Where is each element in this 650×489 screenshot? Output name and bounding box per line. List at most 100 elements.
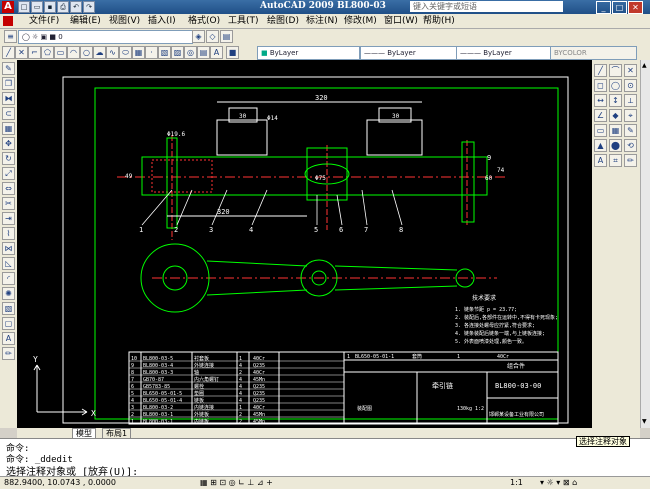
table-icon[interactable]: ▤: [197, 46, 210, 59]
menu-modify[interactable]: 修改(M): [344, 15, 377, 27]
annotation-scale[interactable]: 1:1: [510, 478, 523, 487]
layer-state-icon[interactable]: ▤: [220, 30, 233, 43]
tool-r14-icon[interactable]: ▦: [609, 124, 622, 137]
tool-r8-icon[interactable]: ↕: [609, 94, 622, 107]
offset-icon[interactable]: ⊂: [2, 107, 15, 120]
pencil-icon[interactable]: ✏: [2, 347, 15, 360]
block-icon[interactable]: ▦: [132, 46, 145, 59]
plotstyle-combo[interactable]: BYCOLOR: [550, 46, 637, 60]
undo-icon[interactable]: ↶: [70, 1, 82, 13]
arc-icon[interactable]: ◠: [67, 46, 80, 59]
ellipse-icon[interactable]: ⬭: [119, 46, 132, 59]
lineweight-combo[interactable]: ——— ByLayer: [456, 46, 551, 60]
tool-r19-icon[interactable]: A: [594, 154, 607, 167]
drawing-canvas[interactable]: 320 320 Φ14 Φ75 Φ19.6 30 30 60 74 49 1 2…: [17, 60, 592, 428]
tool-r7-icon[interactable]: ↔: [594, 94, 607, 107]
explode-icon[interactable]: ✺: [2, 287, 15, 300]
menu-view[interactable]: 视图(V): [109, 15, 140, 27]
redo-icon[interactable]: ↷: [83, 1, 95, 13]
tool-r1-icon[interactable]: ╱: [594, 64, 607, 77]
extend-icon[interactable]: ⇥: [2, 212, 15, 225]
wipeout-icon[interactable]: ▢: [2, 317, 15, 330]
tool-r9-icon[interactable]: ⟂: [624, 94, 637, 107]
copy-icon[interactable]: ❐: [2, 77, 15, 90]
tool-r6-icon[interactable]: ⊙: [624, 79, 637, 92]
fillet-icon[interactable]: ◜: [2, 272, 15, 285]
tool-r21-icon[interactable]: ✏: [624, 154, 637, 167]
tool-r10-icon[interactable]: ∠: [594, 109, 607, 122]
tool-r3-icon[interactable]: ✕: [624, 64, 637, 77]
menu-file[interactable]: 文件(F): [29, 15, 59, 27]
menu-format[interactable]: 格式(O): [188, 15, 220, 27]
tool-r20-icon[interactable]: ⌗: [609, 154, 622, 167]
text-icon[interactable]: A: [2, 332, 15, 345]
trim-icon[interactable]: ✂: [2, 197, 15, 210]
vertical-scrollbar[interactable]: ▲ ▼: [640, 60, 650, 428]
circle-icon[interactable]: ○: [80, 46, 93, 59]
save-icon[interactable]: ▪: [44, 1, 56, 13]
tool-r15-icon[interactable]: ✎: [624, 124, 637, 137]
gradient-icon[interactable]: ▨: [171, 46, 184, 59]
document-icon[interactable]: [3, 16, 13, 26]
command-window[interactable]: 命令: 命令: _ddedit 选择注释对象或 [放弃(U)]:: [0, 438, 650, 478]
maximize-icon[interactable]: □: [612, 1, 627, 14]
rotate-icon[interactable]: ↻: [2, 152, 15, 165]
linetype-combo[interactable]: ——— ByLayer: [360, 46, 457, 60]
scroll-up-icon[interactable]: ▲: [642, 62, 649, 69]
layers-icon[interactable]: ≡: [4, 30, 17, 43]
snap-toggles[interactable]: ▦ ⊞ ⊡ ◎ ∟ ⊥ ⊿ +: [200, 478, 273, 487]
chamfer-icon[interactable]: ◺: [2, 257, 15, 270]
make-current-icon[interactable]: ◈: [192, 30, 205, 43]
scale-icon[interactable]: ⤢: [2, 167, 15, 180]
point-icon[interactable]: ·: [145, 46, 158, 59]
status-tray-icons[interactable]: ▾ ☼ ▾ ⊠ ⌂: [540, 478, 577, 487]
tool-r17-icon[interactable]: ⬤: [609, 139, 622, 152]
layer-combo[interactable]: ◯ ☼ ▣ ■ 0: [18, 30, 193, 44]
menu-dimension[interactable]: 标注(N): [306, 15, 338, 27]
open-file-icon[interactable]: ▭: [31, 1, 43, 13]
polygon-icon[interactable]: ⬠: [41, 46, 54, 59]
tool-r16-icon[interactable]: ▲: [594, 139, 607, 152]
minimize-icon[interactable]: _: [596, 1, 611, 14]
color-icon[interactable]: ■: [226, 46, 239, 59]
line-icon[interactable]: ╱: [2, 46, 15, 59]
construction-line-icon[interactable]: ✕: [15, 46, 28, 59]
tool-r2-icon[interactable]: ⌒: [609, 64, 622, 77]
autocad-logo-icon[interactable]: A: [2, 1, 14, 13]
help-search-input[interactable]: 键入关键字或短语: [410, 1, 563, 12]
tool-r4-icon[interactable]: ◻: [594, 79, 607, 92]
hatch-left-icon[interactable]: ▧: [2, 302, 15, 315]
lineweight-value: ByLayer: [483, 49, 512, 57]
array-icon[interactable]: ▦: [2, 122, 15, 135]
scroll-down-icon[interactable]: ▼: [642, 418, 649, 425]
menu-edit[interactable]: 编辑(E): [70, 15, 101, 27]
menu-window[interactable]: 窗口(W): [384, 15, 418, 27]
menu-tools[interactable]: 工具(T): [228, 15, 259, 27]
move-icon[interactable]: ✥: [2, 137, 15, 150]
stretch-icon[interactable]: ⇔: [2, 182, 15, 195]
spline-icon[interactable]: ∿: [106, 46, 119, 59]
tool-r13-icon[interactable]: ▭: [594, 124, 607, 137]
cloud-icon[interactable]: ☁: [93, 46, 106, 59]
layer-previous-icon[interactable]: ◇: [206, 30, 219, 43]
mtext-icon[interactable]: A: [210, 46, 223, 59]
tool-r12-icon[interactable]: ⌖: [624, 109, 637, 122]
rectangle-icon[interactable]: ▭: [54, 46, 67, 59]
tool-r18-icon[interactable]: ⟲: [624, 139, 637, 152]
polyline-icon[interactable]: ⌐: [28, 46, 41, 59]
tool-r11-icon[interactable]: ◆: [609, 109, 622, 122]
mirror-icon[interactable]: ⧓: [2, 92, 15, 105]
break-icon[interactable]: ⌇: [2, 227, 15, 240]
close-icon[interactable]: ✕: [628, 1, 643, 14]
hatch-icon[interactable]: ▧: [158, 46, 171, 59]
erase-icon[interactable]: ✎: [2, 62, 15, 75]
menu-help[interactable]: 帮助(H): [423, 15, 455, 27]
tool-r5-icon[interactable]: ◯: [609, 79, 622, 92]
join-icon[interactable]: ⋈: [2, 242, 15, 255]
menu-insert[interactable]: 插入(I): [148, 15, 176, 27]
menu-draw[interactable]: 绘图(D): [267, 15, 299, 27]
color-combo[interactable]: ■ ByLayer: [257, 46, 360, 60]
print-icon[interactable]: ⎙: [57, 1, 69, 13]
new-file-icon[interactable]: □: [18, 1, 30, 13]
region-icon[interactable]: ◎: [184, 46, 197, 59]
